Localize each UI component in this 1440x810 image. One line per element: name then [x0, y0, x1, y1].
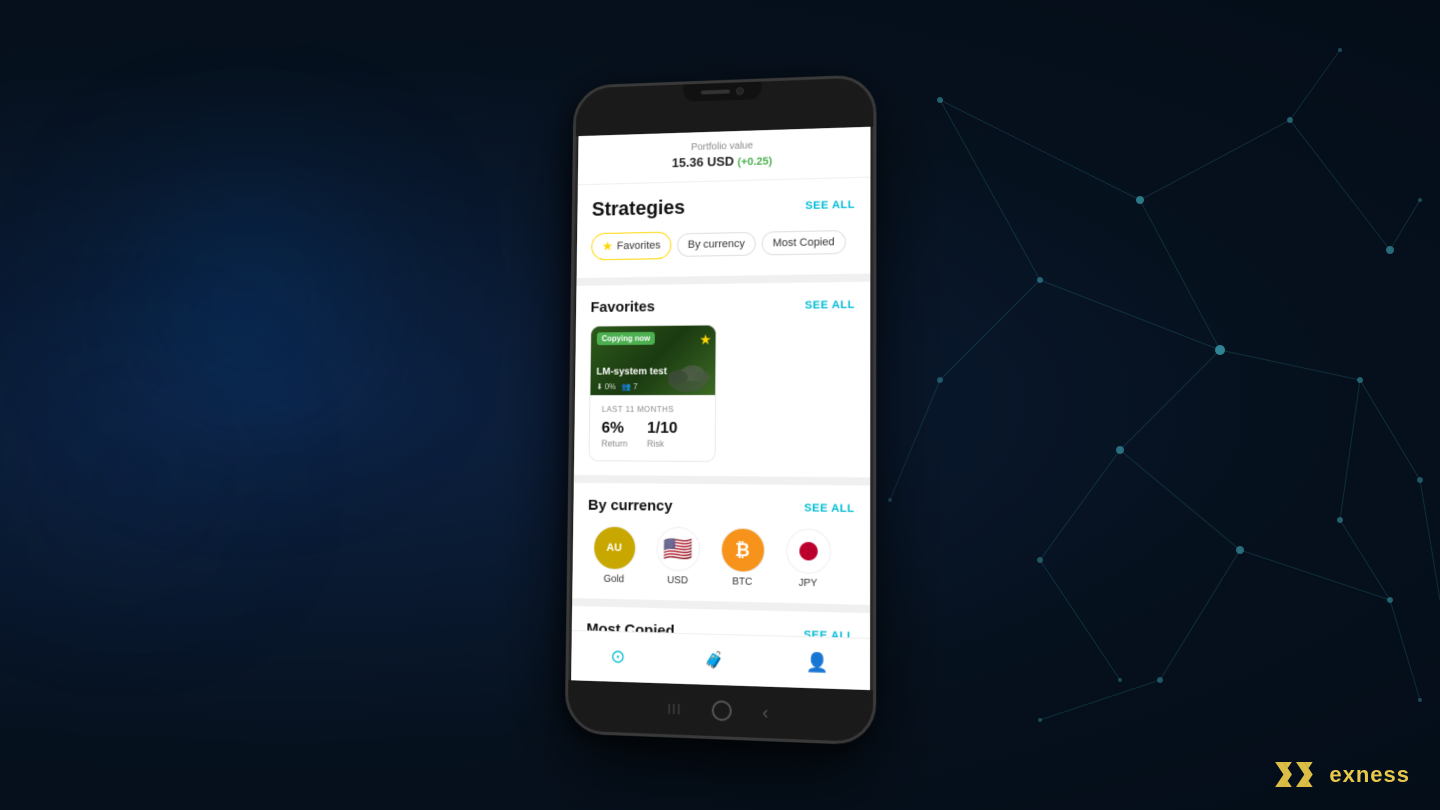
currency-item-btc[interactable]: ₿ BTC — [715, 527, 770, 588]
usd-icon: 🇺🇸 — [656, 527, 700, 572]
copying-badge: Copying now — [597, 332, 655, 345]
perf-row: 6% Return 1/10 Risk — [601, 420, 703, 449]
strategies-see-all[interactable]: SEE ALL — [805, 198, 855, 211]
currency-grid: AU Gold 🇺🇸 USD — [587, 526, 855, 595]
currency-title: By currency — [588, 497, 673, 515]
card-title: LM-system test — [596, 366, 667, 377]
tab-by-currency-label: By currency — [688, 238, 745, 251]
strategy-card-lm[interactable]: Copying now ★ LM-system test ⬇ 0% — [589, 324, 717, 462]
main-content: Strategies SEE ALL ★ Favorites By curren… — [571, 178, 870, 690]
card-stat-2: 👥 7 — [622, 382, 638, 391]
currency-item-usd[interactable]: 🇺🇸 USD — [650, 527, 705, 587]
phone-top-bar — [576, 77, 874, 136]
phone-bottom-bar: ||| ‹ — [568, 680, 873, 742]
strategies-title: Strategies — [592, 197, 685, 222]
strategies-header: Strategies SEE ALL — [592, 193, 855, 222]
jpy-label: JPY — [799, 578, 818, 590]
bottom-navigation: ⊙ 🧳 👤 — [571, 630, 870, 690]
phone-device: Portfolio value 15.36 USD (+0.25) Strate… — [565, 74, 877, 745]
nav-strategies[interactable]: ⊙ — [610, 646, 625, 668]
exness-logo: exness — [1271, 757, 1410, 792]
portfolio-header: Portfolio value 15.36 USD (+0.25) — [578, 127, 870, 185]
tab-favorites-label: Favorites — [617, 240, 661, 253]
currency-item-gold[interactable]: AU Gold — [587, 526, 641, 586]
phone-menu-btn[interactable]: ||| — [668, 703, 683, 716]
nav-portfolio[interactable]: 🧳 — [704, 649, 724, 670]
nav-account[interactable]: 👤 — [806, 652, 829, 674]
card-image: Copying now ★ LM-system test ⬇ 0% — [590, 325, 716, 395]
screen-content: Portfolio value 15.36 USD (+0.25) Strate… — [571, 127, 870, 690]
currency-section: By currency SEE ALL AU Gold — [587, 483, 855, 594]
portfolio-nav-icon: 🧳 — [704, 649, 724, 670]
star-icon: ★ — [602, 239, 613, 255]
btc-label: BTC — [732, 576, 752, 588]
jpy-icon — [786, 528, 831, 574]
performance-section: LAST 11 MONTHS 6% Return 1/10 Risk — [590, 395, 716, 461]
return-item: 6% Return — [601, 420, 627, 449]
btc-icon: ₿ — [720, 527, 764, 572]
risk-label: Risk — [647, 439, 678, 449]
exness-brand-text: exness — [1329, 762, 1410, 788]
currency-see-all[interactable]: SEE ALL — [804, 502, 855, 515]
card-star-icon: ★ — [699, 331, 711, 348]
favorites-header: Favorites SEE ALL — [590, 296, 854, 316]
phone-notch — [683, 82, 761, 102]
gold-icon: AU — [593, 526, 636, 571]
tab-favorites[interactable]: ★ Favorites — [591, 232, 671, 261]
tab-by-currency[interactable]: By currency — [677, 232, 756, 257]
usd-label: USD — [667, 575, 688, 587]
phone-back-btn[interactable]: ‹ — [762, 701, 768, 723]
account-nav-icon: 👤 — [806, 652, 829, 674]
exness-brand-icon — [1271, 757, 1321, 792]
tab-most-copied-label: Most Copied — [773, 236, 835, 249]
phone-home-btn[interactable] — [712, 700, 732, 721]
currency-item-jpy[interactable]: JPY — [780, 528, 836, 589]
favorites-see-all[interactable]: SEE ALL — [805, 298, 855, 311]
risk-value: 1/10 — [647, 420, 678, 438]
phone-screen: Portfolio value 15.36 USD (+0.25) Strate… — [571, 127, 870, 690]
filter-tabs: ★ Favorites By currency Most Copied — [591, 228, 855, 261]
risk-item: 1/10 Risk — [647, 420, 678, 449]
portfolio-change: (+0.25) — [737, 156, 772, 169]
card-stat-1: ⬇ 0% — [596, 382, 616, 391]
phone-speaker — [701, 90, 730, 95]
strategies-nav-icon: ⊙ — [610, 646, 625, 668]
favorites-section-title: Favorites — [590, 298, 654, 315]
tab-most-copied[interactable]: Most Copied — [762, 230, 846, 255]
return-value: 6% — [601, 420, 627, 438]
return-label: Return — [601, 439, 627, 449]
favorites-section: Favorites SEE ALL — [589, 282, 855, 463]
perf-period: LAST 11 MONTHS — [602, 405, 703, 414]
phone-camera — [736, 87, 744, 95]
gold-label: Gold — [603, 574, 624, 585]
currency-header: By currency SEE ALL — [588, 497, 855, 517]
phone-body: Portfolio value 15.36 USD (+0.25) Strate… — [565, 74, 877, 745]
card-stats-bar: ⬇ 0% 👥 7 — [596, 382, 637, 391]
